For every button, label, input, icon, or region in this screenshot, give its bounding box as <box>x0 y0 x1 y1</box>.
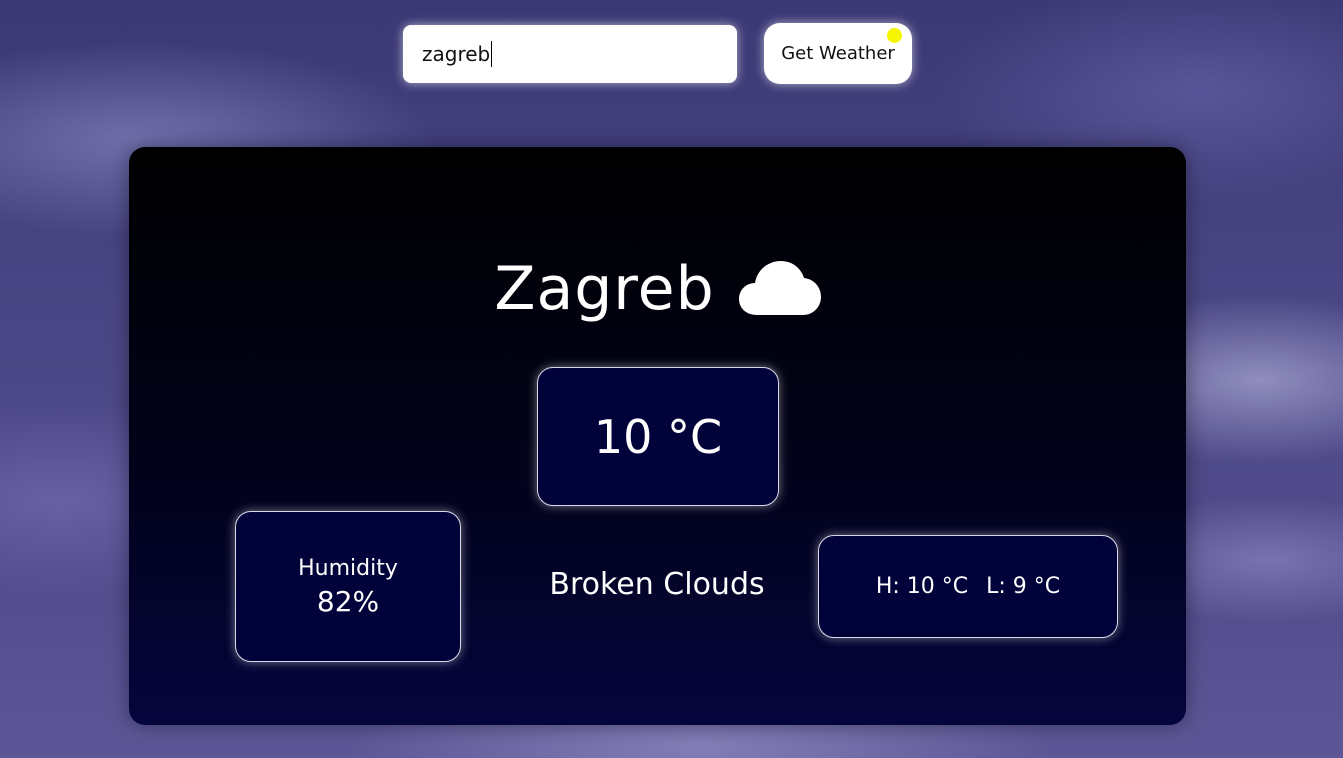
humidity-box: Humidity 82% <box>235 511 461 662</box>
city-search-input[interactable]: zagreb <box>403 25 737 83</box>
cloud-icon <box>738 258 821 320</box>
high-temperature: H: 10 °C <box>875 574 969 599</box>
humidity-value: 82% <box>316 584 380 618</box>
get-weather-button[interactable]: Get Weather <box>764 23 912 84</box>
indicator-dot <box>887 28 902 43</box>
weather-card: Zagreb 10 °C Humidity 82% Broken Clouds … <box>129 147 1186 725</box>
city-header: Zagreb <box>129 249 1186 329</box>
high-low-box: H: 10 °C L: 9 °C <box>818 535 1118 638</box>
city-search-value: zagreb <box>422 42 491 66</box>
weather-condition: Broken Clouds <box>549 567 765 602</box>
get-weather-button-label: Get Weather <box>781 43 895 64</box>
low-temperature: L: 9 °C <box>986 574 1061 599</box>
humidity-label: Humidity <box>298 555 398 581</box>
text-caret <box>491 41 493 67</box>
temperature-value: 10 °C <box>593 409 723 464</box>
temperature-box: 10 °C <box>537 367 779 506</box>
city-name: Zagreb <box>494 254 715 324</box>
